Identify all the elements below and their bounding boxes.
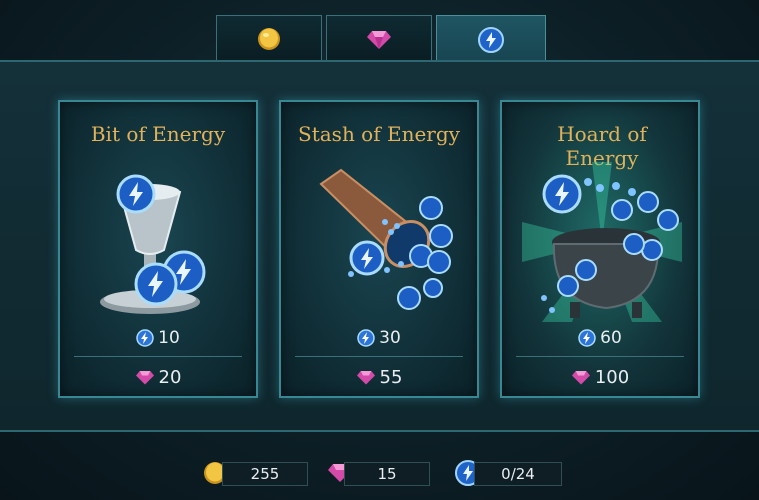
tab-energy[interactable]	[436, 15, 546, 63]
gem-icon	[367, 30, 391, 49]
energy-balance: 0/24	[474, 462, 562, 486]
energy-amount: 60	[502, 326, 698, 350]
energy-value: 60	[600, 328, 622, 348]
price: 55	[281, 364, 477, 390]
goblet-with-energy-icon	[100, 174, 206, 314]
gem-icon	[571, 371, 590, 385]
tab-coins[interactable]	[216, 15, 322, 61]
divider	[74, 356, 242, 357]
price-value: 20	[158, 366, 182, 388]
divider	[516, 356, 684, 357]
price: 100	[502, 364, 698, 390]
energy-amount: 10	[60, 326, 256, 350]
energy-pack-bit[interactable]: Bit of Energy 10 20	[58, 100, 258, 398]
spilled-cup-energy-icon	[319, 168, 453, 310]
energy-pack-stash[interactable]: Stash of Energy 30 55	[279, 100, 479, 398]
gold-coin-icon	[258, 27, 280, 50]
price-value: 55	[379, 366, 403, 388]
pack-title: Stash of Energy	[298, 122, 460, 146]
tab-gems[interactable]	[326, 15, 432, 61]
energy-icon	[478, 26, 504, 53]
energy-icon	[578, 329, 596, 347]
divider	[295, 356, 463, 357]
energy-icon	[136, 329, 154, 347]
price-value: 100	[594, 366, 630, 388]
pack-title: Bit of Energy	[90, 122, 226, 146]
energy-icon	[357, 329, 375, 347]
gem-icon	[135, 371, 154, 385]
coin-balance: 255	[222, 462, 308, 486]
energy-amount: 30	[281, 326, 477, 350]
energy-pack-hoard[interactable]: Hoard of Energy 60 100	[500, 100, 700, 398]
currency-tabs	[216, 15, 546, 63]
gem-icon	[356, 371, 375, 385]
cauldron-energy-icon	[522, 162, 682, 322]
wallet-bar: 255 15 0/24	[0, 452, 759, 500]
price: 20	[60, 364, 256, 390]
energy-value: 30	[379, 328, 401, 348]
gem-balance: 15	[344, 462, 430, 486]
energy-value: 10	[158, 328, 180, 348]
